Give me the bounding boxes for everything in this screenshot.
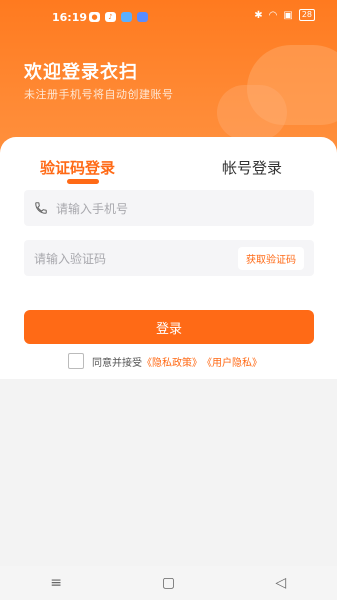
status-right: ✱ ◠ ▣ 28 bbox=[254, 9, 315, 21]
user-privacy-link[interactable]: 《用户隐私》 bbox=[202, 354, 262, 369]
wifi-icon: ◠ bbox=[268, 9, 278, 21]
code-input[interactable]: 请输入验证码 bbox=[34, 250, 238, 267]
code-field[interactable]: 请输入验证码 获取验证码 bbox=[24, 240, 314, 276]
agreement-row: 同意并接受 《隐私政策》 《用户隐私》 bbox=[68, 353, 262, 369]
login-card: 验证码登录 帐号登录 请输入手机号 请输入验证码 获取验证码 登录 同意并接受 … bbox=[0, 137, 337, 379]
system-nav-bar: ≡ ▢ ◁ bbox=[0, 566, 337, 600]
battery-icon: 28 bbox=[298, 9, 315, 21]
menu-icon[interactable]: ≡ bbox=[36, 575, 76, 591]
back-icon[interactable]: ◁ bbox=[261, 575, 301, 591]
app-notification-icon: ● bbox=[89, 12, 100, 22]
tab-account-login[interactable]: 帐号登录 bbox=[222, 157, 282, 178]
app-notification-icon bbox=[121, 12, 132, 22]
page-subtitle: 未注册手机号将自动创建账号 bbox=[24, 88, 174, 101]
status-time: 16:19 bbox=[52, 11, 88, 24]
privacy-policy-link[interactable]: 《隐私政策》 bbox=[142, 354, 202, 369]
tab-code-login[interactable]: 验证码登录 bbox=[40, 157, 115, 178]
status-bar: 16:19 ● ♪ ✱ ◠ ▣ 28 bbox=[0, 0, 337, 34]
page-title: 欢迎登录衣扫 bbox=[24, 62, 138, 83]
phone-field[interactable]: 请输入手机号 bbox=[24, 190, 314, 226]
tiktok-icon: ♪ bbox=[105, 12, 116, 22]
login-button[interactable]: 登录 bbox=[24, 310, 314, 344]
app-notification-icon bbox=[137, 12, 148, 22]
get-code-button[interactable]: 获取验证码 bbox=[238, 246, 304, 270]
sim-icon: ▣ bbox=[283, 9, 293, 21]
bluetooth-icon: ✱ bbox=[254, 9, 263, 21]
agreement-text: 同意并接受 bbox=[92, 357, 142, 369]
phone-icon bbox=[34, 201, 48, 215]
active-tab-indicator bbox=[67, 179, 99, 184]
decorative-blob bbox=[217, 85, 287, 140]
home-icon[interactable]: ▢ bbox=[148, 575, 188, 591]
agree-checkbox[interactable] bbox=[68, 353, 84, 369]
phone-input[interactable]: 请输入手机号 bbox=[56, 200, 304, 217]
